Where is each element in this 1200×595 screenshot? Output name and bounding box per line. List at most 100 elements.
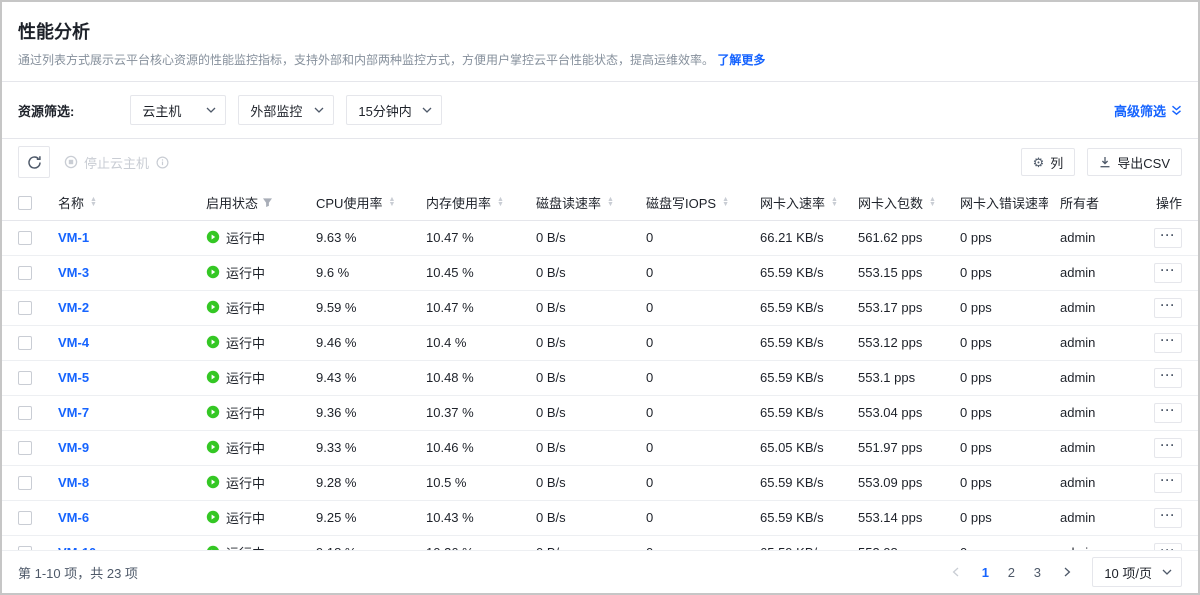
stop-vm-button[interactable]: 停止云主机 <box>64 153 149 172</box>
owner-cell: admin <box>1048 290 1134 325</box>
disk-read-rate-cell: 0 B/s <box>524 395 634 430</box>
export-csv-label: 导出CSV <box>1117 153 1170 172</box>
sort-icon[interactable]: ▲▼ <box>90 197 97 207</box>
caret-down-icon: ▼ <box>722 202 729 207</box>
status-label: 运行中 <box>226 333 265 352</box>
columns-label: 列 <box>1050 153 1063 172</box>
page-size-select[interactable]: 10 项/页 <box>1092 557 1182 587</box>
net-in-packets-cell: 561.62 pps <box>846 220 948 255</box>
cpu-usage-cell: 9.28 % <box>304 465 414 500</box>
more-icon: ··· <box>1161 543 1176 550</box>
learn-more-link[interactable]: 了解更多 <box>717 53 765 67</box>
row-checkbox[interactable] <box>18 371 32 385</box>
page-button-2[interactable]: 2 <box>998 559 1024 585</box>
net-in-errors-cell: 0 pps <box>948 290 1048 325</box>
status-badge: 运行中 <box>206 298 265 317</box>
page-button-3[interactable]: 3 <box>1024 559 1050 585</box>
table-toolbar: 停止云主机 ⚙ 列 导出CSV <box>2 139 1198 185</box>
time-range-select[interactable]: 15分钟内 <box>346 95 442 125</box>
vm-name-link[interactable]: VM-8 <box>58 475 89 490</box>
cpu-usage-cell: 9.46 % <box>304 325 414 360</box>
page-button-1[interactable]: 1 <box>972 559 998 585</box>
more-icon: ··· <box>1161 333 1176 347</box>
disk-read-rate-cell: 0 B/s <box>524 290 634 325</box>
row-actions-button[interactable]: ··· <box>1154 368 1182 388</box>
net-in-rate-cell: 65.59 KB/s <box>748 535 846 550</box>
running-status-icon <box>206 370 220 384</box>
sort-icon[interactable]: ▲▼ <box>831 197 838 207</box>
net-in-errors-cell: 0 pps <box>948 325 1048 360</box>
row-actions-button[interactable]: ··· <box>1154 473 1182 493</box>
row-actions-button[interactable]: ··· <box>1154 403 1182 423</box>
columns-button[interactable]: ⚙ 列 <box>1021 148 1076 176</box>
vm-name-link[interactable]: VM-2 <box>58 300 89 315</box>
filter-funnel-icon[interactable] <box>262 197 273 208</box>
row-checkbox[interactable] <box>18 231 32 245</box>
stop-icon <box>64 155 78 169</box>
memory-usage-cell: 10.43 % <box>414 500 524 535</box>
prev-page-button[interactable] <box>942 559 968 585</box>
vm-name-link[interactable]: VM-3 <box>58 265 89 280</box>
row-checkbox[interactable] <box>18 266 32 280</box>
row-actions-button[interactable]: ··· <box>1154 263 1182 283</box>
running-status-icon <box>206 230 220 244</box>
chevron-down-icon <box>314 107 324 113</box>
running-status-icon <box>206 510 220 524</box>
row-actions-button[interactable]: ··· <box>1154 508 1182 528</box>
net-in-errors-cell: 0 pps <box>948 360 1048 395</box>
status-label: 运行中 <box>226 543 265 550</box>
row-actions-button[interactable]: ··· <box>1154 438 1182 458</box>
column-header-disk-write-iops: 磁盘写IOPS <box>646 193 716 212</box>
vm-name-link[interactable]: VM-6 <box>58 510 89 525</box>
row-actions-button[interactable]: ··· <box>1154 543 1182 550</box>
monitor-type-select[interactable]: 外部监控 <box>238 95 334 125</box>
resource-type-select[interactable]: 云主机 <box>130 95 226 125</box>
row-actions-button[interactable]: ··· <box>1154 228 1182 248</box>
owner-cell: admin <box>1048 500 1134 535</box>
next-page-button[interactable] <box>1054 559 1080 585</box>
memory-usage-cell: 10.4 % <box>414 325 524 360</box>
filter-bar: 资源筛选: 云主机 外部监控 15分钟内 高级筛选 <box>2 82 1198 139</box>
caret-down-icon: ▼ <box>90 202 97 207</box>
info-icon[interactable] <box>156 156 169 169</box>
more-icon: ··· <box>1161 228 1176 242</box>
vm-name-link[interactable]: VM-7 <box>58 405 89 420</box>
sort-icon[interactable]: ▲▼ <box>497 197 504 207</box>
export-csv-button[interactable]: 导出CSV <box>1087 148 1182 176</box>
more-icon: ··· <box>1161 298 1176 312</box>
net-in-errors-cell: 0 pps <box>948 465 1048 500</box>
row-checkbox[interactable] <box>18 511 32 525</box>
vm-name-link[interactable]: VM-1 <box>58 230 89 245</box>
disk-read-rate-cell: 0 B/s <box>524 360 634 395</box>
row-actions-button[interactable]: ··· <box>1154 298 1182 318</box>
column-header-net-in-packets: 网卡入包数 <box>858 193 923 212</box>
sort-icon[interactable]: ▲▼ <box>607 197 614 207</box>
row-actions-button[interactable]: ··· <box>1154 333 1182 353</box>
status-label: 运行中 <box>226 263 265 282</box>
row-checkbox[interactable] <box>18 301 32 315</box>
advanced-filter-label: 高级筛选 <box>1114 101 1166 120</box>
vm-name-link[interactable]: VM-5 <box>58 370 89 385</box>
status-badge: 运行中 <box>206 403 265 422</box>
status-label: 运行中 <box>226 368 265 387</box>
net-in-rate-cell: 66.21 KB/s <box>748 220 846 255</box>
refresh-button[interactable] <box>18 146 50 178</box>
net-in-packets-cell: 553.08 pps <box>846 535 948 550</box>
vm-name-link[interactable]: VM-4 <box>58 335 89 350</box>
net-in-rate-cell: 65.05 KB/s <box>748 430 846 465</box>
row-checkbox[interactable] <box>18 336 32 350</box>
cpu-usage-cell: 9.33 % <box>304 430 414 465</box>
row-checkbox[interactable] <box>18 476 32 490</box>
net-in-errors-cell: 0 pps <box>948 255 1048 290</box>
sort-icon[interactable]: ▲▼ <box>722 197 729 207</box>
select-all-checkbox[interactable] <box>18 196 32 210</box>
vm-name-link[interactable]: VM-9 <box>58 440 89 455</box>
page-size-value: 10 项/页 <box>1104 563 1152 582</box>
chevron-left-icon <box>952 567 959 577</box>
net-in-errors-cell: 0 pps <box>948 220 1048 255</box>
sort-icon[interactable]: ▲▼ <box>388 197 395 207</box>
row-checkbox[interactable] <box>18 406 32 420</box>
row-checkbox[interactable] <box>18 441 32 455</box>
sort-icon[interactable]: ▲▼ <box>929 197 936 207</box>
advanced-filter-link[interactable]: 高级筛选 <box>1114 101 1182 120</box>
